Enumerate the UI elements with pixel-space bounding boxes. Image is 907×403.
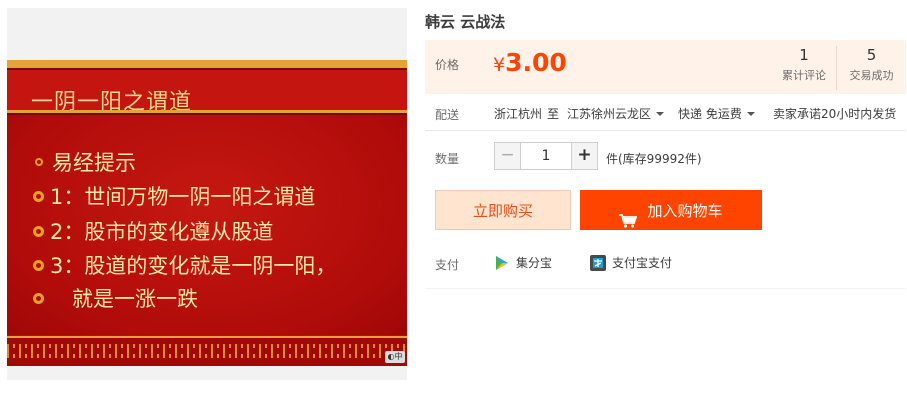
price-label: 价格 <box>435 58 460 72</box>
buy-now-button[interactable]: 立即购买 <box>435 190 571 230</box>
destination-select[interactable]: 江苏徐州云龙区 <box>567 105 665 122</box>
bullet-icon <box>35 158 43 166</box>
play-badge: ◐中 <box>385 351 405 363</box>
bullet-icon <box>33 259 44 271</box>
ship-from: 浙江杭州 <box>494 107 543 121</box>
slide-line: 就是一涨一跌 <box>33 283 198 313</box>
divider <box>425 130 906 131</box>
slide-pattern-inner <box>7 348 407 354</box>
product-image-panel: 一阴一阳之谓道 易经提示 1：世间万物一阴一阳之谓道 2：股市的变化遵从股道 3… <box>7 8 407 380</box>
sales-count: 5 <box>866 46 877 64</box>
quantity-label: 数量 <box>435 152 460 166</box>
sales-count-label: 交易成功 <box>849 69 894 82</box>
product-title: 韩云 云战法 <box>425 13 506 31</box>
bullet-icon <box>33 190 44 202</box>
slide-line: 2：股市的变化遵从股道 <box>33 216 273 246</box>
shopping-cart-icon <box>619 203 638 228</box>
shipping-row: 配送 浙江杭州 至 江苏徐州云龙区 快递 免运费 卖家承诺20小时内发货 <box>425 98 906 128</box>
slide-line: 3：股道的变化就是一阴一阳， <box>33 250 336 280</box>
chevron-down-icon <box>656 111 665 116</box>
sales-count-stat: 5 交易成功 <box>836 46 906 90</box>
bullet-icon <box>33 292 44 304</box>
quantity-input[interactable] <box>521 143 571 169</box>
slide-bottom-border <box>7 336 407 366</box>
alipay-icon <box>590 254 606 271</box>
payment-label: 支付 <box>435 258 460 272</box>
slide-line: 1：世间万物一阴一阳之谓道 <box>33 181 315 211</box>
delivery-promise: 卖家承诺20小时内发货 <box>773 107 897 121</box>
jifenbao-icon <box>494 255 510 271</box>
price-box: 价格 ¥3.00 1 累计评论 5 交易成功 <box>425 40 906 94</box>
price-value: ¥3.00 <box>493 48 567 77</box>
increase-button[interactable]: + <box>571 143 597 169</box>
review-count-stat[interactable]: 1 累计评论 <box>773 46 835 90</box>
currency-symbol: ¥ <box>493 54 506 76</box>
add-to-cart-label: 加入购物车 <box>647 202 723 220</box>
stock-info: 件(库存99992件) <box>606 152 702 166</box>
payment-jifenbao: 集分宝 <box>494 254 552 272</box>
shipping-label: 配送 <box>435 108 460 122</box>
slide-title-bar: 一阴一阳之谓道 <box>7 70 407 115</box>
product-image[interactable]: 一阴一阳之谓道 易经提示 1：世间万物一阴一阳之谓道 2：股市的变化遵从股道 3… <box>7 60 407 366</box>
quantity-stepper: − + <box>494 142 598 170</box>
divider <box>425 288 906 289</box>
payment-alipay: 支付宝支付 <box>590 254 672 272</box>
bullet-icon <box>33 225 44 237</box>
chevron-down-icon <box>746 111 755 116</box>
slide-top-band <box>7 60 407 68</box>
slide-body: 易经提示 1：世间万物一阴一阳之谓道 2：股市的变化遵从股道 3：股道的变化就是… <box>7 115 407 335</box>
ship-to-word: 至 <box>547 107 560 121</box>
price-amount: 3.00 <box>505 48 567 77</box>
decrease-button[interactable]: − <box>495 143 521 169</box>
slide-line: 易经提示 <box>33 147 136 177</box>
review-count: 1 <box>799 46 809 64</box>
shipping-method-select[interactable]: 快递 免运费 <box>678 105 755 122</box>
add-to-cart-button[interactable]: 加入购物车 <box>580 190 762 230</box>
review-count-label: 累计评论 <box>782 69 826 82</box>
